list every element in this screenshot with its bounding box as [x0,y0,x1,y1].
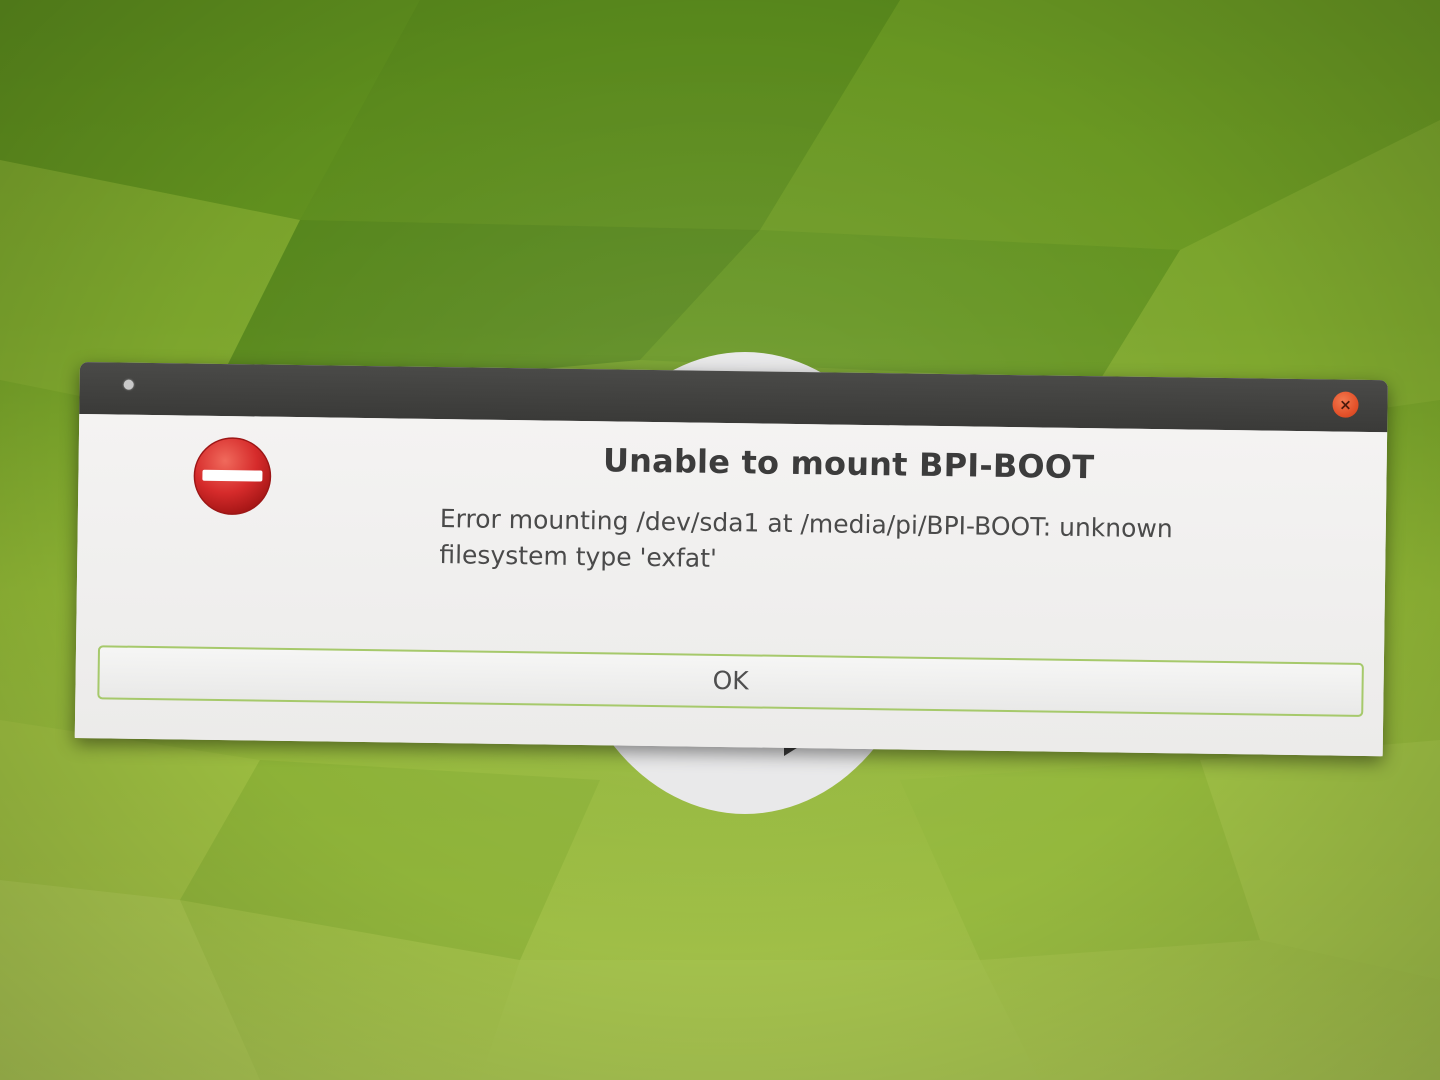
window-menu-icon[interactable] [123,379,134,390]
dialog-content: Unable to mount BPI-BOOT Error mounting … [74,413,1388,757]
desktop-background: × Unable to mount BPI-BOOT Error mountin… [0,0,1440,1080]
error-dialog: × Unable to mount BPI-BOOT Error mountin… [74,362,1388,757]
close-button[interactable]: × [1332,391,1359,418]
dialog-heading: Unable to mount BPI-BOOT [602,441,1095,487]
dialog-message: Error mounting /dev/sda1 at /media/pi/BP… [439,504,1173,573]
ok-button[interactable]: OK [97,645,1364,717]
error-stop-icon [193,437,272,515]
